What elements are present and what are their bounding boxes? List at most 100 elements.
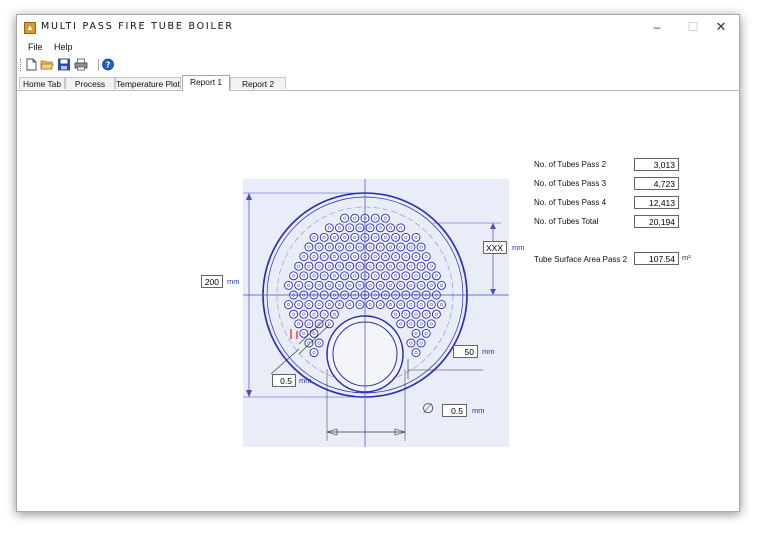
tube-circle bbox=[411, 348, 421, 358]
result-label: No. of Tubes Pass 4 bbox=[534, 198, 607, 207]
tube-circle bbox=[314, 300, 324, 310]
window-title: MULTI PASS FIRE TUBE BOILER bbox=[41, 21, 234, 32]
toolbar-separator bbox=[98, 59, 99, 71]
tube-circle bbox=[401, 232, 411, 242]
tube-circle bbox=[284, 300, 293, 310]
tube-circle bbox=[299, 271, 309, 281]
tube-circle bbox=[396, 242, 406, 252]
tube-circle bbox=[294, 319, 304, 329]
tube-circle bbox=[375, 223, 385, 233]
shell-height-value[interactable]: 200 bbox=[201, 275, 223, 288]
tab-temperature-plot[interactable]: Temperature Plot bbox=[115, 77, 181, 89]
new-icon[interactable] bbox=[24, 58, 38, 71]
result-value[interactable]: 20,194 bbox=[634, 215, 679, 228]
tube-circle bbox=[386, 223, 395, 233]
tube-wall-unit: mm bbox=[299, 376, 312, 385]
tube-circle bbox=[421, 328, 431, 338]
minimize-button[interactable]: – bbox=[643, 19, 671, 35]
tube-circle bbox=[294, 300, 304, 310]
result-label: No. of Tubes Pass 3 bbox=[534, 179, 607, 188]
result-value[interactable]: 3,013 bbox=[634, 158, 679, 171]
tube-circle bbox=[345, 242, 355, 252]
tube-circle bbox=[370, 271, 380, 281]
tube-circle bbox=[375, 280, 385, 290]
result-value[interactable]: 12,413 bbox=[634, 196, 679, 209]
tube-circle bbox=[406, 338, 416, 348]
tab-process-calc[interactable]: Process Calc bbox=[65, 77, 115, 101]
tube-circle bbox=[319, 232, 329, 242]
tube-circle bbox=[386, 261, 395, 271]
tube-circle bbox=[380, 271, 390, 281]
tube-circle bbox=[309, 232, 319, 242]
menu-file[interactable]: File bbox=[28, 42, 43, 52]
surface-area-value[interactable]: 107.54 bbox=[634, 252, 679, 265]
tube-circle bbox=[391, 252, 401, 262]
tube-circle bbox=[324, 280, 334, 290]
tube-circle bbox=[304, 261, 314, 271]
tube-circle bbox=[416, 338, 426, 348]
tube-wall-value[interactable]: 0.5 bbox=[272, 374, 296, 387]
tube-circle bbox=[284, 280, 293, 290]
tube-circle bbox=[416, 300, 426, 310]
print-icon[interactable] bbox=[74, 58, 88, 71]
tube-circle bbox=[350, 232, 360, 242]
tab-bar: Home Tab Process Calc Temperature Plot R… bbox=[17, 75, 739, 101]
tube-circle bbox=[355, 242, 365, 252]
diameter-symbol: ∅ bbox=[422, 400, 435, 416]
tube-circle bbox=[335, 280, 344, 290]
result-value[interactable]: 4,723 bbox=[634, 177, 679, 190]
tube-circle bbox=[437, 280, 446, 290]
tube-circle bbox=[426, 280, 436, 290]
result-label: No. of Tubes Pass 2 bbox=[534, 160, 607, 169]
tube-circle bbox=[375, 261, 385, 271]
tube-circle bbox=[411, 232, 421, 242]
tube-circle bbox=[324, 319, 334, 329]
tab-home[interactable]: Home Tab bbox=[19, 77, 65, 89]
tube-circle bbox=[335, 261, 344, 271]
tube-circle bbox=[401, 271, 411, 281]
menu-help[interactable]: Help bbox=[54, 42, 73, 52]
save-icon[interactable] bbox=[57, 58, 71, 71]
tube-circle bbox=[309, 252, 319, 262]
tube-circle bbox=[314, 242, 324, 252]
tube-circle bbox=[329, 271, 339, 281]
tab-report-2[interactable]: Report 2 bbox=[230, 77, 286, 89]
open-icon[interactable] bbox=[40, 58, 54, 71]
shell-height-unit: mm bbox=[227, 277, 240, 286]
tube-circle bbox=[355, 280, 365, 290]
tube-circle bbox=[324, 300, 334, 310]
tube-circle bbox=[299, 252, 309, 262]
tube-circle bbox=[406, 242, 416, 252]
tube-circle bbox=[431, 271, 441, 281]
tube-circle bbox=[319, 309, 329, 319]
tab-report-1[interactable]: Report 1 bbox=[182, 75, 230, 91]
tube-circle bbox=[380, 213, 390, 223]
tube-circle bbox=[309, 309, 319, 319]
surface-area-unit: m² bbox=[682, 253, 691, 262]
tube-circle bbox=[396, 280, 406, 290]
tube-circle bbox=[431, 309, 441, 319]
help-icon[interactable]: ? bbox=[101, 58, 115, 71]
tube-pitch-value[interactable]: XXX bbox=[483, 241, 507, 254]
maximize-button[interactable]: ☐ bbox=[679, 19, 707, 35]
furnace-dia-value[interactable]: 0.5 bbox=[442, 404, 467, 417]
tube-circle bbox=[299, 309, 309, 319]
tube-circle bbox=[345, 223, 355, 233]
tube-circle bbox=[365, 242, 375, 252]
tube-circle bbox=[304, 300, 314, 310]
tube-circle bbox=[396, 319, 406, 329]
tube-circle bbox=[324, 223, 334, 233]
tube-circle bbox=[411, 328, 421, 338]
tube-circle bbox=[314, 280, 324, 290]
ligament-value[interactable]: 50 bbox=[453, 345, 478, 358]
tube-circle bbox=[345, 280, 355, 290]
tube-circle bbox=[329, 309, 339, 319]
tube-circle bbox=[324, 242, 334, 252]
tube-circle bbox=[386, 242, 395, 252]
tube-circle bbox=[294, 261, 304, 271]
close-button[interactable]: ✕ bbox=[707, 19, 735, 35]
tube-circle bbox=[335, 223, 344, 233]
tube-circle bbox=[426, 261, 436, 271]
tube-circle bbox=[329, 232, 339, 242]
tube-circle bbox=[421, 271, 431, 281]
